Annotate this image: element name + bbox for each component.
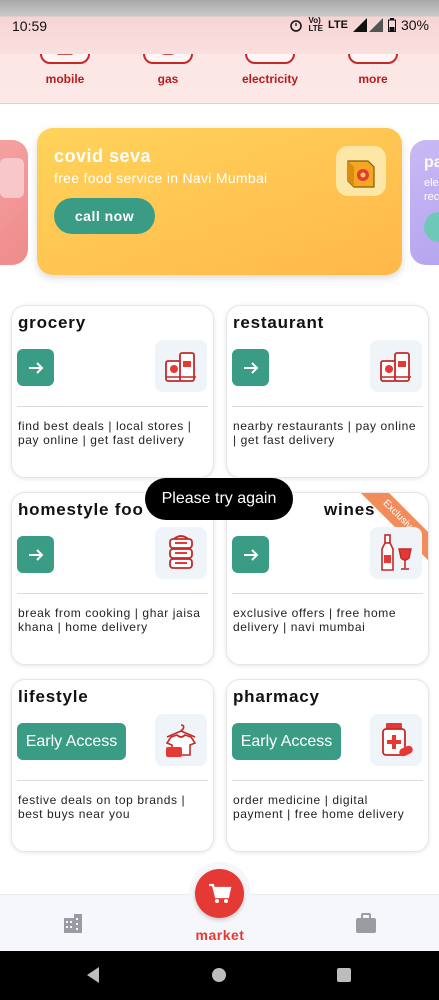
banner-icon [0,158,24,198]
signal-icon [352,18,383,32]
open-homestyle-food-button[interactable] [17,536,54,573]
banner-button[interactable] [424,212,439,242]
banner-title: pa [424,154,439,171]
market-button[interactable] [195,869,244,918]
arrow-right-icon [28,361,43,374]
medicine-icon [370,714,422,766]
status-icons: Vo) LTE LTE 30% [289,17,429,33]
service-label: more [358,72,388,86]
divider [17,780,208,781]
nav-building-button[interactable] [62,912,84,939]
card-title: grocery [18,313,86,332]
open-wines-button[interactable] [232,536,269,573]
divider [17,406,208,407]
status-time: 10:59 [12,18,48,34]
open-restaurant-button[interactable] [232,349,269,386]
market-label: market [195,927,245,943]
clothes-hanger-icon [155,714,207,766]
card-description: break from cooking | ghar jaisa khana | … [18,606,201,634]
arrow-right-icon [28,548,43,561]
divider [232,406,423,407]
card-description: find best deals | local stores | pay onl… [18,419,192,447]
card-title: pharmacy [233,687,320,706]
card-description: nearby restaurants | pay online | get fa… [233,419,417,447]
food-packet-icon [336,146,386,196]
arrow-right-icon [243,548,258,561]
banner-title: covid seva [54,146,152,166]
battery-icon [387,18,396,32]
banner-next[interactable]: pa ele rec [410,140,439,265]
card-pharmacy[interactable]: pharmacy Early Access order medicine | d… [226,679,429,852]
restaurant-bag-icon [370,340,422,392]
service-label: gas [157,72,179,86]
banner-subtitle: ele rec [424,177,439,203]
toast-message: Please try again [145,478,293,520]
card-title: lifestyle [18,687,89,706]
briefcase-icon [356,913,376,933]
early-access-button[interactable]: Early Access [232,723,341,760]
card-lifestyle[interactable]: lifestyle Early Access festive deals on … [11,679,214,852]
nav-briefcase-button[interactable] [355,912,377,939]
divider [232,780,423,781]
banner-covid-seva[interactable]: covid seva free food service in Navi Mum… [37,128,402,275]
service-label: electricity [241,72,299,86]
banner-previous[interactable] [0,140,28,265]
grocery-bag-icon [155,340,207,392]
alarm-icon [290,20,303,32]
volte-indicator: Vo) LTE [308,16,323,33]
card-title: wines [324,500,376,519]
service-label: mobile [45,72,85,86]
building-icon [64,914,82,933]
early-access-button[interactable]: Early Access [17,723,126,760]
battery-percent: 30% [400,17,429,33]
card-description: order medicine | digital payment | free … [233,793,405,821]
cart-icon [208,883,231,903]
tiffin-box-icon [155,527,207,579]
open-grocery-button[interactable] [17,349,54,386]
divider [232,593,423,594]
card-restaurant[interactable]: restaurant nearby restaurants | pay onli… [226,305,429,478]
card-description: exclusive offers | free home delivery | … [233,606,397,634]
card-title: homestyle foo [18,500,144,519]
divider [17,593,208,594]
lte-label: LTE [328,19,348,31]
banner-subtitle: free food service in Navi Mumbai [54,170,268,186]
arrow-right-icon [243,361,258,374]
card-description: festive deals on top brands | best buys … [18,793,186,821]
call-now-button[interactable]: call now [54,198,155,234]
card-title: restaurant [233,313,325,332]
card-grocery[interactable]: grocery find best deals | local stores |… [11,305,214,478]
home-icon[interactable] [212,968,226,982]
recents-icon[interactable] [337,968,351,982]
back-icon[interactable] [86,966,100,984]
status-bar: 10:59 Vo) LTE LTE 30% [0,0,439,54]
wine-bottle-icon [370,527,422,579]
